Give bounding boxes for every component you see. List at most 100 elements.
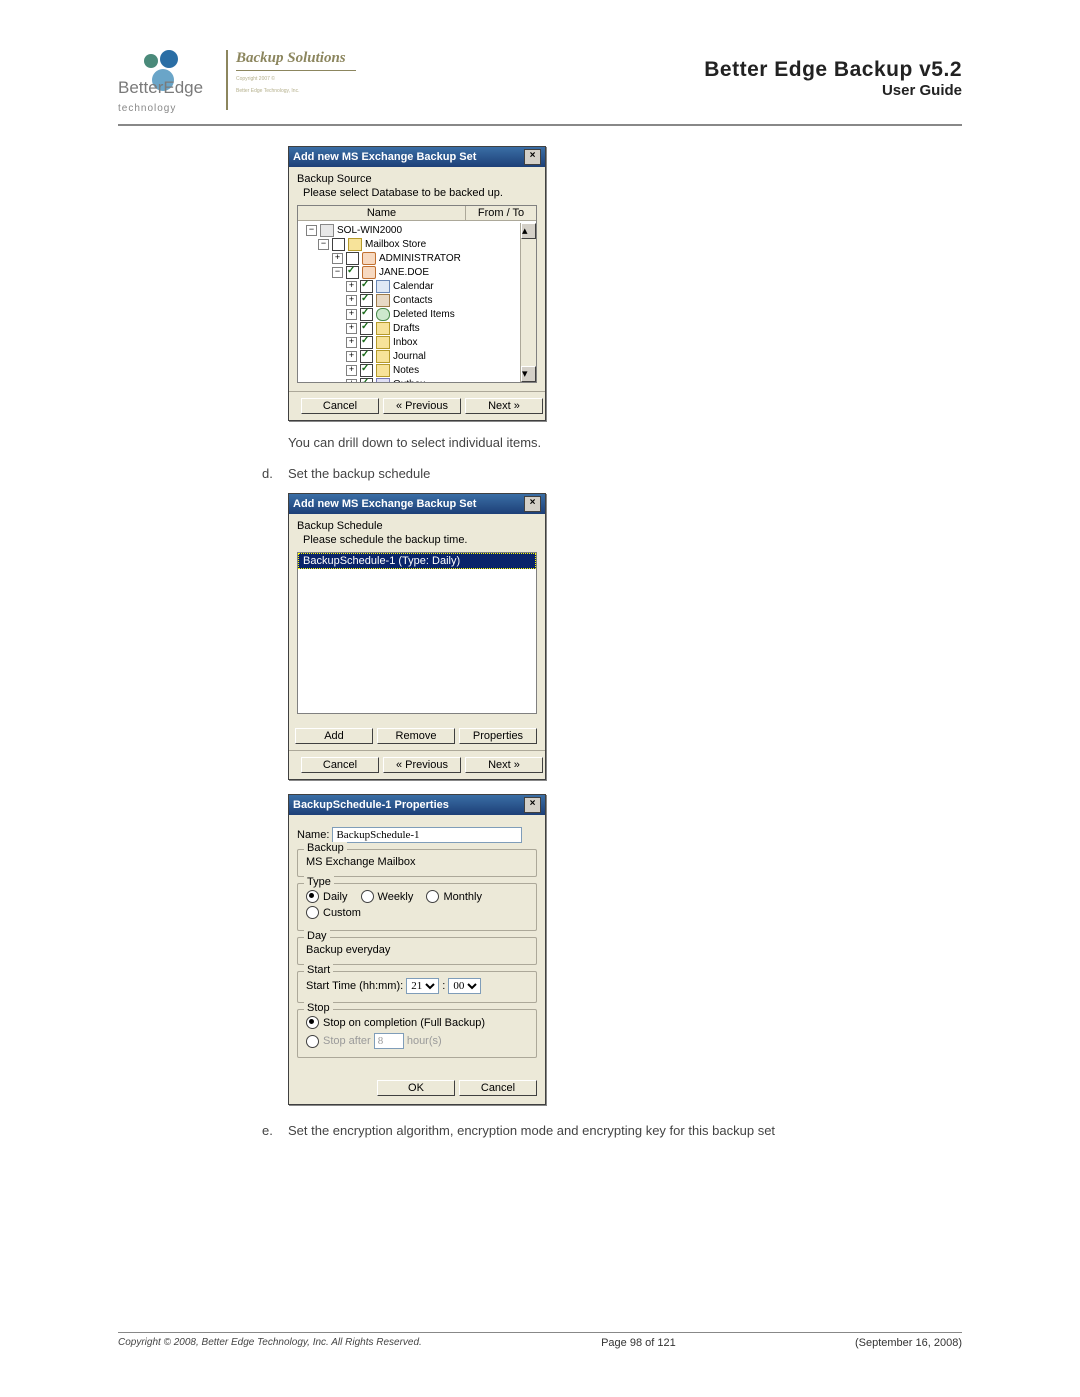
header-right: Better Edge Backup v5.2 User Guide bbox=[704, 58, 962, 99]
tree-row-contacts[interactable]: +Contacts bbox=[298, 293, 536, 307]
next-button[interactable]: Next » bbox=[465, 757, 543, 773]
logo-subtext: technology bbox=[118, 103, 176, 114]
section-label: Backup Schedule bbox=[297, 520, 537, 532]
next-button[interactable]: Next » bbox=[465, 398, 543, 414]
deleted-icon bbox=[376, 308, 390, 321]
checkbox[interactable] bbox=[360, 322, 373, 335]
scrollbar[interactable]: ▴ ▾ bbox=[520, 223, 536, 382]
folder-icon bbox=[376, 364, 390, 377]
add-button[interactable]: Add bbox=[295, 728, 373, 744]
previous-button[interactable]: « Previous bbox=[383, 398, 461, 414]
expand-icon[interactable]: + bbox=[346, 337, 357, 348]
backup-solutions-logo: Backup Solutions Copyright 2007 © Better… bbox=[226, 50, 356, 110]
properties-button[interactable]: Properties bbox=[459, 728, 537, 744]
start-minute-select[interactable]: 00 bbox=[448, 978, 481, 994]
checkbox[interactable] bbox=[346, 252, 359, 265]
doc-title: Better Edge Backup v5.2 bbox=[704, 58, 962, 82]
name-label: Name: bbox=[297, 829, 329, 841]
folder-icon bbox=[376, 322, 390, 335]
radio-custom[interactable]: Custom bbox=[306, 906, 361, 919]
checkbox[interactable] bbox=[360, 308, 373, 321]
betteredge-logo: BetterEdge technology bbox=[118, 50, 206, 116]
step-text: Set the backup schedule bbox=[288, 466, 430, 481]
checkbox[interactable] bbox=[360, 336, 373, 349]
expand-icon[interactable]: + bbox=[346, 323, 357, 334]
dialog3-title: BackupSchedule-1 Properties bbox=[293, 799, 449, 811]
checkbox[interactable] bbox=[360, 378, 373, 383]
checkbox[interactable] bbox=[360, 364, 373, 377]
radio-stop-completion[interactable]: Stop on completion (Full Backup) bbox=[306, 1016, 518, 1029]
schedule-list[interactable]: BackupSchedule-1 (Type: Daily) bbox=[297, 552, 537, 714]
cancel-button[interactable]: Cancel bbox=[301, 398, 379, 414]
tree-row-mailbox-store[interactable]: − Mailbox Store bbox=[298, 237, 536, 251]
document-page: BetterEdge technology Backup Solutions C… bbox=[0, 0, 1080, 1397]
group-title: Backup bbox=[304, 842, 347, 854]
contacts-icon bbox=[376, 294, 390, 307]
document-body: Add new MS Exchange Backup Set × Backup … bbox=[118, 146, 962, 1138]
radio-stop-after[interactable]: Stop after hour(s) bbox=[306, 1033, 518, 1049]
checkbox[interactable] bbox=[332, 238, 345, 251]
start-time-label: Start Time (hh:mm): bbox=[306, 980, 403, 992]
radio-daily[interactable]: Daily bbox=[306, 890, 347, 903]
dialog3-titlebar[interactable]: BackupSchedule-1 Properties × bbox=[289, 795, 545, 815]
radio-monthly[interactable]: Monthly bbox=[426, 890, 482, 903]
dialog1-titlebar[interactable]: Add new MS Exchange Backup Set × bbox=[289, 147, 545, 167]
checkbox[interactable] bbox=[360, 294, 373, 307]
expand-icon[interactable]: + bbox=[346, 379, 357, 383]
tree-row-inbox[interactable]: +Inbox bbox=[298, 335, 536, 349]
server-icon bbox=[320, 224, 334, 237]
tree-row-notes[interactable]: +Notes bbox=[298, 363, 536, 377]
previous-button[interactable]: « Previous bbox=[383, 757, 461, 773]
expand-icon[interactable]: + bbox=[346, 281, 357, 292]
radio-icon bbox=[306, 890, 319, 903]
tree-row-jane[interactable]: − JANE.DOE bbox=[298, 265, 536, 279]
user-icon bbox=[362, 266, 376, 279]
close-icon[interactable]: × bbox=[524, 149, 541, 165]
page-header: BetterEdge technology Backup Solutions C… bbox=[118, 50, 962, 126]
expand-icon[interactable]: + bbox=[346, 309, 357, 320]
remove-button[interactable]: Remove bbox=[377, 728, 455, 744]
expand-icon[interactable]: − bbox=[306, 225, 317, 236]
close-icon[interactable]: × bbox=[524, 797, 541, 813]
expand-icon[interactable]: + bbox=[332, 253, 343, 264]
radio-icon bbox=[426, 890, 439, 903]
checkbox[interactable] bbox=[346, 266, 359, 279]
tree-control[interactable]: Name From / To − SOL-WIN2000 − bbox=[297, 205, 537, 383]
group-title: Stop bbox=[304, 1002, 333, 1014]
cancel-button[interactable]: Cancel bbox=[459, 1080, 537, 1096]
expand-icon[interactable]: + bbox=[346, 351, 357, 362]
footer-date: (September 16, 2008) bbox=[855, 1337, 962, 1349]
group-title: Day bbox=[304, 930, 330, 942]
tree-row-drafts[interactable]: +Drafts bbox=[298, 321, 536, 335]
step-e: e. Set the encryption algorithm, encrypt… bbox=[262, 1123, 962, 1138]
checkbox[interactable] bbox=[360, 280, 373, 293]
checkbox[interactable] bbox=[360, 350, 373, 363]
scroll-up-icon[interactable]: ▴ bbox=[521, 223, 536, 239]
close-icon[interactable]: × bbox=[524, 496, 541, 512]
scroll-down-icon[interactable]: ▾ bbox=[521, 366, 536, 382]
dialog2-titlebar[interactable]: Add new MS Exchange Backup Set × bbox=[289, 494, 545, 514]
col-fromto[interactable]: From / To bbox=[466, 206, 536, 220]
doc-subtitle: User Guide bbox=[704, 82, 962, 99]
tree-row-deleted[interactable]: +Deleted Items bbox=[298, 307, 536, 321]
tree-row-admin[interactable]: + ADMINISTRATOR bbox=[298, 251, 536, 265]
partner-logo-sub1: Copyright 2007 © bbox=[236, 77, 356, 83]
expand-icon[interactable]: + bbox=[346, 365, 357, 376]
tree-row-root[interactable]: − SOL-WIN2000 bbox=[298, 223, 536, 237]
stop-after-input bbox=[374, 1033, 404, 1049]
name-input[interactable] bbox=[332, 827, 522, 843]
instruction-text: Please schedule the backup time. bbox=[303, 534, 537, 546]
expand-icon[interactable]: − bbox=[318, 239, 329, 250]
col-name[interactable]: Name bbox=[298, 206, 466, 220]
tree-row-journal[interactable]: +Journal bbox=[298, 349, 536, 363]
radio-icon bbox=[306, 1016, 319, 1029]
tree-row-calendar[interactable]: +Calendar bbox=[298, 279, 536, 293]
list-item-selected[interactable]: BackupSchedule-1 (Type: Daily) bbox=[298, 553, 536, 569]
ok-button[interactable]: OK bbox=[377, 1080, 455, 1096]
expand-icon[interactable]: + bbox=[346, 295, 357, 306]
expand-icon[interactable]: − bbox=[332, 267, 343, 278]
cancel-button[interactable]: Cancel bbox=[301, 757, 379, 773]
tree-row-outbox[interactable]: +Outbox bbox=[298, 377, 536, 382]
start-hour-select[interactable]: 21 bbox=[406, 978, 439, 994]
radio-weekly[interactable]: Weekly bbox=[361, 890, 414, 903]
